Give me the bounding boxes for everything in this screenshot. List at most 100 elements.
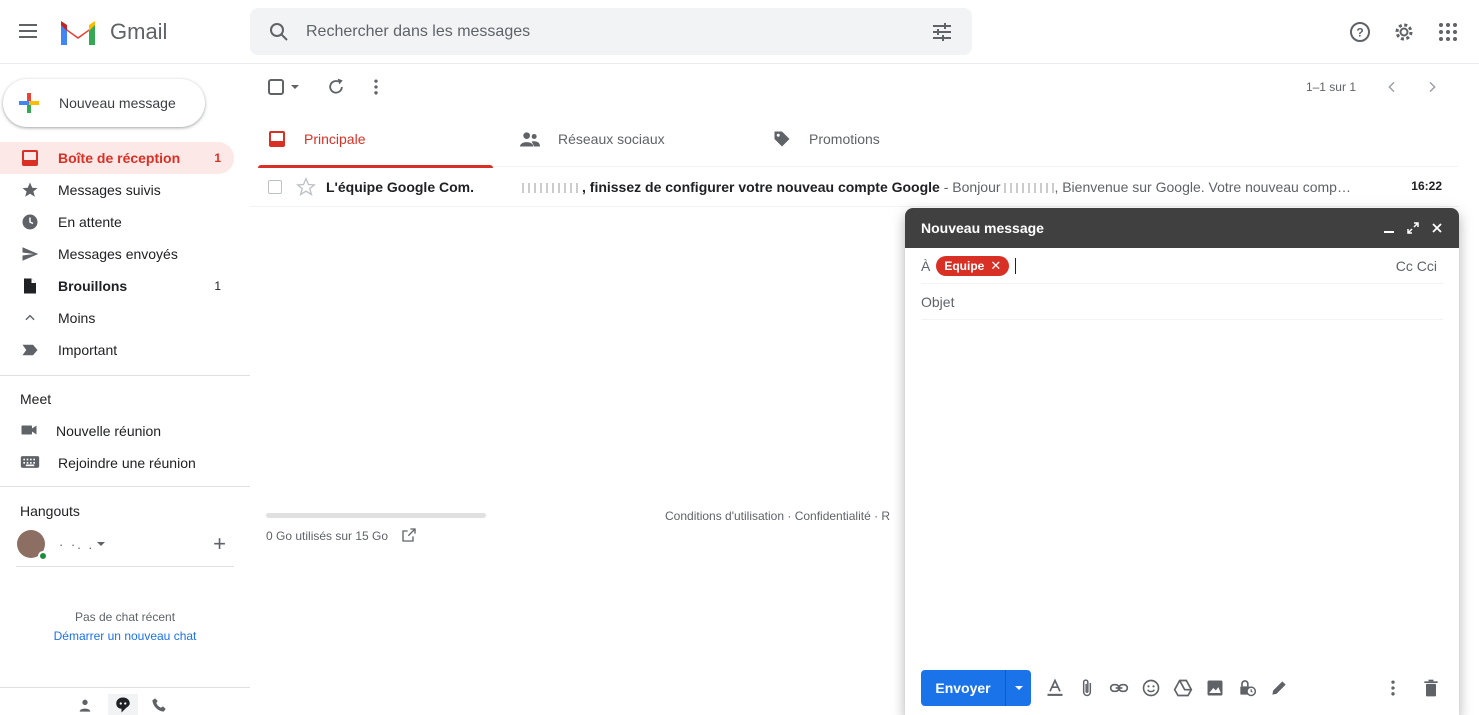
tab-primary[interactable]: Principale <box>258 111 493 168</box>
row-checkbox[interactable] <box>268 180 282 194</box>
sidebar-item-less[interactable]: Moins <box>0 302 234 334</box>
fullscreen-expand-icon[interactable] <box>1405 220 1421 236</box>
attachment-paperclip-icon[interactable] <box>1075 676 1099 700</box>
confidential-mode-lock-icon[interactable] <box>1235 676 1259 700</box>
meet-new-label: Nouvelle réunion <box>56 423 162 439</box>
storage-usage-text: 0 Go utilisés sur 15 Go <box>266 529 389 543</box>
compose-footer: Envoyer <box>921 670 1443 706</box>
apps-grid-icon[interactable] <box>1436 20 1460 44</box>
compose-header[interactable]: Nouveau message <box>905 208 1459 248</box>
row-time: 16:22 <box>1411 179 1442 193</box>
start-new-chat-link[interactable]: Démarrer un nouveau chat <box>0 629 250 643</box>
tab-label: Réseaux sociaux <box>558 131 665 147</box>
close-icon[interactable] <box>1429 220 1445 236</box>
sidebar-item-label: Important <box>58 342 118 358</box>
meet-join-meeting[interactable]: Rejoindre une réunion <box>20 447 196 479</box>
storage-progress-bar <box>266 513 486 518</box>
contacts-person-icon[interactable] <box>70 694 100 715</box>
recipient-chip[interactable]: Equipe ✕ <box>936 255 1010 276</box>
table-row[interactable]: L'équipe Google Com. , finissez de confi… <box>250 167 1458 207</box>
subject-input[interactable] <box>921 293 1443 310</box>
sidebar-item-inbox[interactable]: Boîte de réception 1 <box>0 142 234 174</box>
chevron-up-icon <box>20 308 40 328</box>
cc-bcc-toggle[interactable]: Cc Cci <box>1396 258 1437 274</box>
insert-photo-icon[interactable] <box>1203 676 1227 700</box>
sidebar-item-drafts[interactable]: Brouillons 1 <box>0 270 234 302</box>
tab-label: Promotions <box>809 131 880 147</box>
sidebar-divider <box>0 375 250 376</box>
insert-link-icon[interactable] <box>1107 676 1131 700</box>
open-external-icon[interactable] <box>401 527 417 543</box>
send-button[interactable]: Envoyer <box>921 670 1005 706</box>
sidebar-item-starred[interactable]: Messages suivis <box>0 174 234 206</box>
search-options-icon[interactable] <box>930 20 954 44</box>
remove-recipient-close-icon[interactable]: ✕ <box>990 258 1001 274</box>
avatar <box>17 530 48 561</box>
more-vertical-icon[interactable] <box>364 75 388 99</box>
chat-bubble-icon[interactable] <box>108 694 138 715</box>
row-subject: , finissez de configurer votre nouveau c… <box>582 179 940 195</box>
google-drive-icon[interactable] <box>1171 676 1195 700</box>
hangouts-user-name: · ·. . <box>59 536 95 552</box>
subject-field <box>921 284 1443 320</box>
minimize-icon[interactable] <box>1381 220 1397 236</box>
app-name: Gmail <box>110 19 168 44</box>
chevron-down-icon <box>1014 686 1023 690</box>
sidebar-item-label: Moins <box>58 310 96 326</box>
sidebar-divider <box>0 486 250 487</box>
send-options-dropdown[interactable] <box>1005 670 1031 706</box>
text-format-icon[interactable] <box>1043 676 1067 700</box>
recipient-field[interactable]: À Equipe ✕ Cc Cci <box>921 248 1443 284</box>
star-outline-icon[interactable] <box>296 177 316 197</box>
sidebar-item-snoozed[interactable]: En attente <box>0 206 234 238</box>
draft-count: 1 <box>214 279 221 293</box>
compose-window: Nouveau message À Equipe ✕ Cc Cci Envoye… <box>905 208 1459 715</box>
sidebar-item-sent[interactable]: Messages envoyés <box>0 238 234 270</box>
text-cursor <box>1015 257 1017 274</box>
add-chat-plus-icon[interactable]: + <box>213 533 226 555</box>
tag-icon <box>774 131 790 147</box>
sidebar-item-label: Messages envoyés <box>58 246 178 262</box>
redacted-text <box>1004 183 1055 194</box>
sidebar-item-important[interactable]: Important <box>0 334 234 366</box>
chevron-down-icon[interactable] <box>97 542 106 546</box>
search-input[interactable] <box>306 22 906 41</box>
more-options-vertical-icon[interactable] <box>1381 676 1405 700</box>
settings-gear-icon[interactable] <box>1392 20 1416 44</box>
send-icon <box>20 244 40 264</box>
sidebar-item-label: En attente <box>58 214 122 230</box>
message-body[interactable] <box>921 320 1443 660</box>
svg-text:?: ? <box>1356 26 1363 40</box>
search-icon[interactable] <box>267 20 291 44</box>
pagination-text: 1–1 sur 1 <box>1305 80 1356 94</box>
hangouts-user[interactable]: · ·. . + <box>17 528 234 561</box>
tab-promotions[interactable]: Promotions <box>763 111 998 167</box>
help-icon[interactable]: ? <box>1348 20 1372 44</box>
footer-links[interactable]: Conditions d'utilisation · Confidentiali… <box>665 509 905 523</box>
meet-new-meeting[interactable]: Nouvelle réunion <box>20 415 161 447</box>
emoji-smiley-icon[interactable] <box>1139 676 1163 700</box>
sidebar-nav: Boîte de réception 1 Messages suivis En … <box>0 142 250 366</box>
phone-icon[interactable] <box>144 694 174 715</box>
star-icon <box>20 180 40 200</box>
search-bar <box>250 8 972 55</box>
compose-button[interactable]: Nouveau message <box>3 79 205 127</box>
row-sender: L'équipe Google Com. <box>326 179 474 195</box>
chevron-left-icon[interactable] <box>1380 75 1404 99</box>
chevron-right-icon[interactable] <box>1420 75 1444 99</box>
signature-pen-icon[interactable] <box>1267 676 1291 700</box>
select-all-checkbox[interactable] <box>266 75 304 99</box>
inbox-icon <box>269 131 285 147</box>
hangouts-bottom-bar <box>0 687 250 715</box>
sidebar-item-label: Brouillons <box>58 278 128 294</box>
discard-trash-icon[interactable] <box>1419 676 1443 700</box>
compose-label: Nouveau message <box>59 95 176 111</box>
app-header: Gmail ? <box>0 0 1479 64</box>
sidebar-divider <box>16 566 234 567</box>
main-menu-icon[interactable] <box>16 20 40 44</box>
to-label: À <box>921 257 931 274</box>
tab-social[interactable]: Réseaux sociaux <box>510 111 745 167</box>
meet-section-title: Meet <box>20 391 52 407</box>
refresh-icon[interactable] <box>324 75 348 99</box>
gmail-logo[interactable]: Gmail <box>58 16 167 48</box>
